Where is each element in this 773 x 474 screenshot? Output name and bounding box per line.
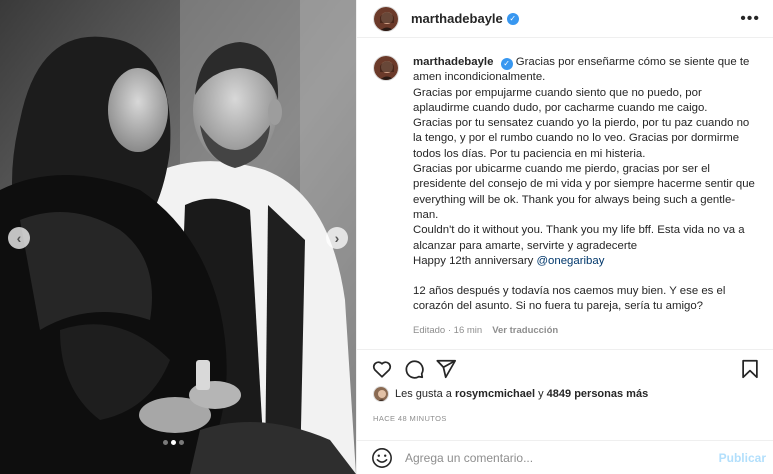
comment-input[interactable] [405, 450, 695, 465]
liker-username[interactable]: rosymcmichael [455, 388, 535, 400]
comment-form: Publicar [357, 440, 773, 474]
caption-avatar[interactable] [373, 55, 399, 81]
carousel-next-button[interactable]: › [326, 227, 348, 249]
comment-icon[interactable] [403, 358, 425, 380]
likes-connector: y [538, 388, 544, 400]
chevron-right-icon: › [334, 230, 340, 246]
emoji-icon[interactable] [371, 447, 393, 469]
publish-button[interactable]: Publicar [719, 451, 766, 465]
carousel-dot-active [171, 440, 176, 445]
post-header: marthadebayle ✓ ••• [357, 0, 773, 38]
caption-text: marthadebayle ✓ Gracias por enseñarme có… [413, 55, 758, 349]
post-timestamp[interactable]: HACE 48 MINUTOS [373, 414, 447, 423]
liker-avatar[interactable] [373, 386, 389, 402]
caption-line: Gracias por empujarme cuando siento que … [413, 86, 708, 114]
verified-badge-icon: ✓ [506, 12, 519, 25]
avatar[interactable] [373, 5, 399, 32]
translate-link[interactable]: Ver traducción [492, 323, 558, 338]
carousel-indicator [163, 440, 184, 445]
carousel-prev-button[interactable]: ‹ [8, 227, 30, 249]
share-icon[interactable] [435, 358, 457, 380]
chevron-left-icon: ‹ [16, 230, 22, 246]
header-username[interactable]: marthadebayle [411, 11, 503, 26]
post-image[interactable]: ‹ › [0, 0, 356, 474]
verified-badge-icon: ✓ [500, 58, 513, 70]
caption-closing: 12 años después y todavía nos caemos muy… [413, 285, 726, 313]
edited-label: Editado · 16 min [413, 324, 483, 336]
caption-username[interactable]: marthadebayle [413, 56, 493, 68]
anniversary-text: Happy 12th anniversary [413, 254, 534, 267]
caption-meta: Editado · 16 min Ver traducción [413, 323, 758, 338]
likes-count-link[interactable]: 4849 personas más [547, 388, 649, 400]
likes-summary: Les gusta a rosymcmichael y 4849 persona… [373, 386, 648, 402]
post-sidebar: marthadebayle ✓ ••• marthadebayle ✓ Grac… [356, 0, 773, 474]
caption-line: Couldn't do it without you. Thank you my… [413, 224, 745, 252]
heart-icon[interactable] [371, 358, 393, 380]
bookmark-icon[interactable] [739, 358, 761, 380]
caption-line: Gracias por tu sensatez cuando yo la pie… [413, 117, 750, 160]
more-horizontal-icon[interactable]: ••• [740, 10, 760, 28]
mention-link[interactable]: @onegaribay [536, 255, 604, 267]
couple-photo [0, 0, 356, 474]
likes-prefix: Les gusta a [395, 388, 452, 400]
carousel-dot [179, 440, 184, 445]
caption-line: Gracias por ubicarme cuando me pierdo, g… [413, 163, 755, 221]
caption-section: marthadebayle ✓ Gracias por enseñarme có… [357, 39, 773, 349]
carousel-dot [163, 440, 168, 445]
action-bar [357, 349, 773, 385]
